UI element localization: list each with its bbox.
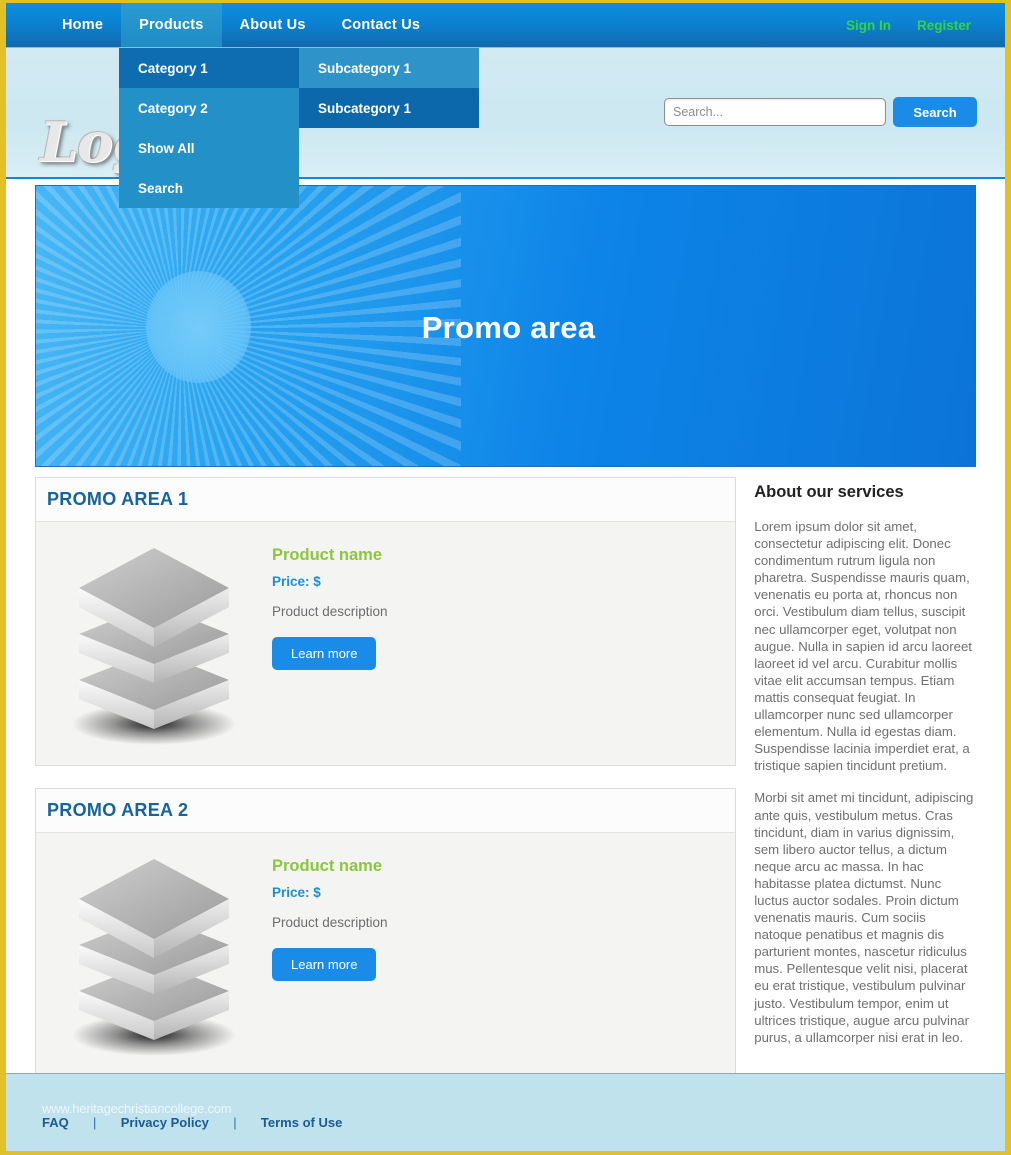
product-description: Product description: [272, 604, 388, 619]
promo-card-title: PROMO AREA 1: [47, 489, 189, 509]
search-button[interactable]: Search: [893, 97, 977, 127]
sidebar-paragraph-1: Lorem ipsum dolor sit amet, consectetur …: [754, 519, 972, 774]
banner-container: Promo area: [6, 179, 1005, 467]
promo-card-header: PROMO AREA 2: [36, 789, 736, 833]
footer-separator: |: [93, 1115, 97, 1130]
site-footer: FAQ | Privacy Policy | Terms of Use: [6, 1073, 1005, 1151]
nav-item-products[interactable]: Products: [121, 3, 222, 47]
subdropdown-item-1[interactable]: Subcategory 1: [299, 48, 479, 88]
dropdown-item-show-all[interactable]: Show All: [119, 128, 299, 168]
sidebar-title: About our services: [754, 483, 904, 501]
about-sidebar: About our services Lorem ipsum dolor sit…: [754, 477, 976, 1061]
footer-link-privacy-policy[interactable]: Privacy Policy: [121, 1115, 209, 1130]
learn-more-button[interactable]: Learn more: [272, 637, 377, 670]
product-name: Product name: [272, 546, 383, 564]
nav-item-contact-us[interactable]: Contact Us: [324, 3, 439, 47]
subdropdown-item-2[interactable]: Subcategory 1: [299, 88, 479, 128]
promo-card-body: Product name Price: $ Product descriptio…: [36, 522, 736, 765]
dropdown-item-category-2[interactable]: Category 2: [119, 88, 299, 128]
page-root: Home Products About Us Contact Us Sign I…: [0, 0, 1011, 1155]
nav-item-label: About Us: [239, 17, 306, 33]
dropdown-item-label: Category 2: [138, 100, 208, 116]
product-info: Product name Price: $ Product descriptio…: [262, 536, 725, 747]
dropdown-item-search[interactable]: Search: [119, 168, 299, 208]
stacked-cubes-icon: [59, 853, 249, 1058]
subdropdown-item-label: Subcategory 1: [318, 60, 412, 76]
product-price: Price: $: [272, 574, 321, 589]
subdropdown-item-label: Subcategory 1: [318, 100, 412, 116]
nav-item-about-us[interactable]: About Us: [222, 3, 324, 47]
footer-separator: |: [233, 1115, 237, 1130]
nav-primary-links: Home Products About Us Contact Us: [44, 3, 438, 47]
stacked-cubes-icon: [59, 542, 249, 747]
footer-links: FAQ | Privacy Policy | Terms of Use: [42, 1115, 342, 1130]
nav-item-home[interactable]: Home: [44, 3, 121, 47]
dropdown-item-label: Show All: [138, 140, 195, 156]
promo-card-body: Product name Price: $ Product descriptio…: [36, 833, 736, 1076]
banner-title: Promo area: [421, 310, 596, 345]
dropdown-item-label: Search: [138, 180, 184, 196]
promo-cards-column: PROMO AREA 1 Product name Price: $ Produ…: [35, 477, 737, 1099]
product-price: Price: $: [272, 885, 321, 900]
nav-item-label: Contact Us: [341, 17, 421, 33]
sign-in-link[interactable]: Sign In: [846, 18, 891, 33]
dropdown-item-category-1[interactable]: Category 1: [119, 48, 299, 88]
footer-link-faq[interactable]: FAQ: [42, 1115, 69, 1130]
sidebar-paragraph-2: Morbi sit amet mi tincidunt, adipiscing …: [754, 790, 974, 1045]
search-input[interactable]: [664, 98, 886, 126]
nav-item-label: Home: [62, 17, 104, 33]
learn-more-button[interactable]: Learn more: [272, 948, 377, 981]
dropdown-item-label: Category 1: [138, 60, 208, 76]
register-link[interactable]: Register: [917, 18, 971, 33]
products-dropdown-menu: Category 1 Category 2 Show All Search: [119, 48, 299, 208]
product-info: Product name Price: $ Product descriptio…: [262, 847, 725, 1058]
promo-card-title: PROMO AREA 2: [47, 800, 189, 820]
top-navbar: Home Products About Us Contact Us Sign I…: [6, 3, 1005, 48]
main-content: PROMO AREA 1 Product name Price: $ Produ…: [6, 467, 1005, 1099]
subcategory-flyout-menu: Subcategory 1 Subcategory 1: [299, 48, 479, 128]
promo-card-2: PROMO AREA 2 Product name Price: $ Produ…: [35, 788, 737, 1077]
product-description: Product description: [272, 915, 388, 930]
promo-card-1: PROMO AREA 1 Product name Price: $ Produ…: [35, 477, 737, 766]
nav-item-label: Products: [139, 17, 204, 33]
promo-card-header: PROMO AREA 1: [36, 478, 736, 522]
header-search: Search: [664, 97, 977, 127]
product-image: [46, 847, 262, 1058]
product-name: Product name: [272, 857, 383, 875]
footer-link-terms-of-use[interactable]: Terms of Use: [261, 1115, 342, 1130]
nav-auth-links: Sign In Register: [846, 3, 1005, 47]
promo-banner[interactable]: Promo area: [35, 185, 976, 467]
product-image: [46, 536, 262, 747]
